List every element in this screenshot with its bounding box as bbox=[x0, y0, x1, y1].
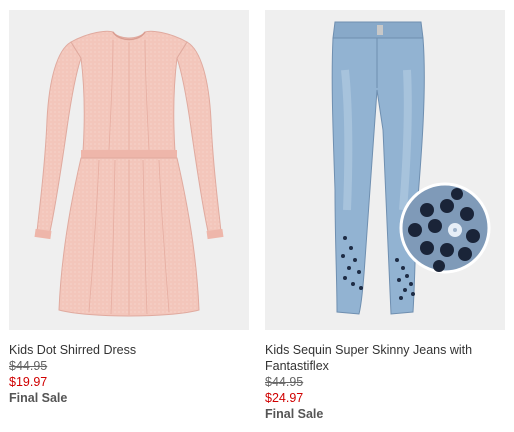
final-sale-label: Final Sale bbox=[9, 391, 68, 405]
pink-dress-image bbox=[34, 30, 224, 317]
original-price: $44.95 bbox=[9, 359, 48, 373]
product-grid: Kids Dot Shirred Dress $44.95 $19.97 Fin… bbox=[0, 0, 514, 432]
original-price: $44.95 bbox=[265, 375, 304, 389]
product-info: Kids Sequin Super Skinny Jeans with Fant… bbox=[265, 330, 505, 422]
product-image-jeans[interactable] bbox=[265, 10, 505, 330]
product-image-dress[interactable] bbox=[9, 10, 249, 330]
sale-price: $24.97 bbox=[265, 391, 304, 405]
sale-price: $19.97 bbox=[9, 375, 48, 389]
product-card[interactable]: Kids Sequin Super Skinny Jeans with Fant… bbox=[265, 10, 505, 422]
product-card[interactable]: Kids Dot Shirred Dress $44.95 $19.97 Fin… bbox=[9, 10, 249, 406]
product-name[interactable]: Kids Dot Shirred Dress bbox=[9, 342, 249, 358]
final-sale-label: Final Sale bbox=[265, 407, 324, 421]
sequin-jeans-image bbox=[331, 21, 491, 315]
product-info: Kids Dot Shirred Dress $44.95 $19.97 Fin… bbox=[9, 330, 249, 406]
product-name[interactable]: Kids Sequin Super Skinny Jeans with Fant… bbox=[265, 342, 505, 374]
